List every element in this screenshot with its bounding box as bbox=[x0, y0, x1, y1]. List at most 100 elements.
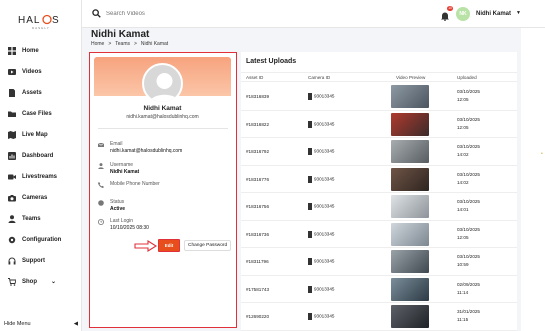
latest-uploads-panel: Latest Uploads Asset ID Camera ID Video … bbox=[241, 52, 517, 331]
sidebar-item-label: Home bbox=[22, 47, 39, 54]
upload-date: 03/10/2025 bbox=[457, 116, 480, 122]
phone-label: Mobile Phone Number bbox=[110, 181, 160, 187]
upload-date: 03/10/2025 bbox=[457, 226, 480, 232]
upload-date: 03/10/2025 bbox=[457, 144, 480, 149]
sidebar-item-live-map[interactable]: Live Map bbox=[0, 124, 82, 145]
svg-text:DASHLY: DASHLY bbox=[32, 26, 50, 30]
notifications-button[interactable]: 10 bbox=[440, 6, 453, 22]
sidebar-item-case-files[interactable]: Case Files bbox=[0, 103, 82, 124]
asset-id-cell[interactable]: #18316839 bbox=[246, 94, 269, 99]
sidebar-item-assets[interactable]: Assets bbox=[0, 82, 82, 103]
video-thumbnail[interactable] bbox=[391, 250, 429, 273]
camera-device-icon bbox=[308, 120, 312, 128]
breadcrumb-home[interactable]: Home bbox=[91, 41, 104, 47]
sidebar-item-label: Videos bbox=[22, 68, 42, 75]
grid-icon bbox=[8, 46, 16, 55]
asset-id-cell[interactable]: #18316776 bbox=[246, 177, 269, 182]
sidebar-item-label: Live Map bbox=[22, 131, 48, 138]
avatar-placeholder-icon bbox=[149, 73, 180, 102]
hide-menu-label: Hide Menu bbox=[4, 321, 31, 327]
asset-id-cell[interactable]: #17581743 bbox=[246, 287, 269, 292]
asset-id-cell[interactable]: #18316756 bbox=[246, 204, 269, 209]
asset-id-cell[interactable]: #18316822 bbox=[246, 122, 269, 127]
folder-icon bbox=[8, 111, 16, 117]
mail-icon bbox=[98, 142, 104, 147]
phone-field: Mobile Phone Number bbox=[98, 181, 160, 188]
arrow-right-icon bbox=[134, 239, 158, 252]
video-icon bbox=[8, 68, 16, 75]
sidebar-item-shop[interactable]: Shop ⌄ bbox=[0, 271, 82, 292]
table-row[interactable]: #18316839 93013345 03/10/2025 12:05 bbox=[241, 83, 517, 111]
livestream-icon bbox=[8, 174, 16, 179]
video-thumbnail[interactable] bbox=[391, 167, 429, 191]
gear-icon bbox=[8, 236, 16, 243]
edit-button[interactable]: Edit bbox=[158, 239, 180, 252]
user-avatar[interactable]: NK bbox=[456, 7, 470, 21]
camera-id-cell: 93013345 bbox=[308, 93, 334, 100]
sidebar-item-dashboard[interactable]: Dashboard bbox=[0, 145, 82, 166]
table-row[interactable]: #18311796 93013345 03/10/2025 10:59 bbox=[241, 248, 517, 276]
sidebar-item-support[interactable]: Support bbox=[0, 250, 82, 271]
table-row[interactable]: #18316756 93013345 03/10/2025 14:01 bbox=[241, 193, 517, 221]
video-thumbnail[interactable] bbox=[391, 277, 429, 301]
sidebar-item-configuration[interactable]: Configuration bbox=[0, 229, 82, 250]
caret-down-icon[interactable]: ▼ bbox=[516, 10, 521, 16]
right-gutter bbox=[521, 28, 545, 331]
camera-id-value: 93013345 bbox=[314, 258, 335, 264]
asset-id-cell[interactable]: #12690220 bbox=[246, 314, 269, 319]
camera-id-cell: 93013345 bbox=[308, 258, 334, 265]
video-thumbnail[interactable] bbox=[391, 222, 429, 246]
column-uploaded: Uploaded bbox=[457, 75, 477, 80]
asset-id-cell[interactable]: #18316792 bbox=[246, 149, 269, 154]
last-login-label: Last Login bbox=[110, 218, 134, 224]
search-input[interactable] bbox=[106, 10, 226, 17]
email-value: nidhi.kamat@halosdublinhq.com bbox=[110, 148, 183, 154]
status-value: Active bbox=[110, 206, 126, 212]
video-thumbnail[interactable] bbox=[391, 305, 429, 328]
column-camera-id: Camera ID bbox=[308, 75, 331, 80]
halos-logo[interactable]: HAL S DASHLY bbox=[14, 10, 64, 32]
camera-id-cell: 93013345 bbox=[308, 203, 334, 210]
video-thumbnail[interactable] bbox=[391, 195, 429, 218]
sidebar-item-livestreams[interactable]: Livestreams bbox=[0, 166, 82, 187]
upload-time: 12:05 bbox=[457, 97, 469, 102]
camera-id-cell: 93013345 bbox=[308, 230, 334, 238]
asset-id-cell[interactable]: #18316736 bbox=[246, 232, 269, 237]
svg-text:HAL: HAL bbox=[18, 15, 40, 26]
hide-menu-toggle[interactable]: Hide Menu ◀ bbox=[4, 321, 78, 327]
profile-name: Nidhi Kamat bbox=[143, 105, 182, 112]
video-thumbnail[interactable] bbox=[391, 85, 429, 108]
top-bar: 10 NK Nidhi Kamat ▼ bbox=[82, 0, 545, 28]
camera-id-value: 93013345 bbox=[314, 148, 335, 154]
camera-id-cell: 93013345 bbox=[308, 313, 334, 320]
upload-date: 02/09/2025 bbox=[457, 281, 480, 287]
sidebar-item-videos[interactable]: Videos bbox=[0, 61, 82, 82]
upload-date: 03/10/2025 bbox=[457, 254, 480, 259]
table-row[interactable]: #18316736 93013345 03/10/2025 12:05 bbox=[241, 221, 517, 248]
sidebar-item-label: Dashboard bbox=[22, 152, 54, 159]
table-row[interactable]: #18316822 93013345 03/10/2025 12:05 bbox=[241, 111, 517, 138]
table-row[interactable]: #18316792 93013345 03/10/2025 14:02 bbox=[241, 138, 517, 166]
breadcrumb-teams[interactable]: Teams bbox=[115, 41, 130, 47]
asset-id-cell[interactable]: #18311796 bbox=[246, 259, 269, 264]
camera-id-value: 93013345 bbox=[314, 176, 335, 182]
upload-time: 14:02 bbox=[457, 179, 469, 185]
table-row[interactable]: #12690220 93013345 31/01/2025 11:15 bbox=[241, 303, 517, 331]
sidebar-item-cameras[interactable]: Cameras bbox=[0, 187, 82, 208]
sidebar-item-home[interactable]: Home bbox=[0, 40, 82, 61]
upload-time: 11:14 bbox=[457, 289, 469, 295]
user-name[interactable]: Nidhi Kamat bbox=[476, 11, 511, 17]
change-password-button[interactable]: Change Password bbox=[184, 240, 232, 251]
breadcrumb: Home > Teams > Nidhi Kamat bbox=[91, 41, 168, 47]
table-row[interactable]: #18316776 93013345 03/10/2025 14:02 bbox=[241, 166, 517, 193]
video-thumbnail[interactable] bbox=[391, 140, 429, 163]
table-row[interactable]: #17581743 93013345 02/09/2025 11:14 bbox=[241, 276, 517, 303]
camera-id-value: 93013345 bbox=[314, 313, 335, 319]
sidebar-nav: Home Videos Assets Case Files Live Map D… bbox=[0, 40, 82, 292]
video-thumbnail[interactable] bbox=[391, 112, 429, 136]
chevron-down-icon[interactable]: ⌄ bbox=[51, 278, 56, 285]
cart-icon bbox=[8, 277, 16, 286]
sidebar-item-teams[interactable]: Teams bbox=[0, 208, 82, 229]
camera-id-value: 93013345 bbox=[314, 121, 335, 127]
notification-badge: 10 bbox=[447, 6, 453, 11]
